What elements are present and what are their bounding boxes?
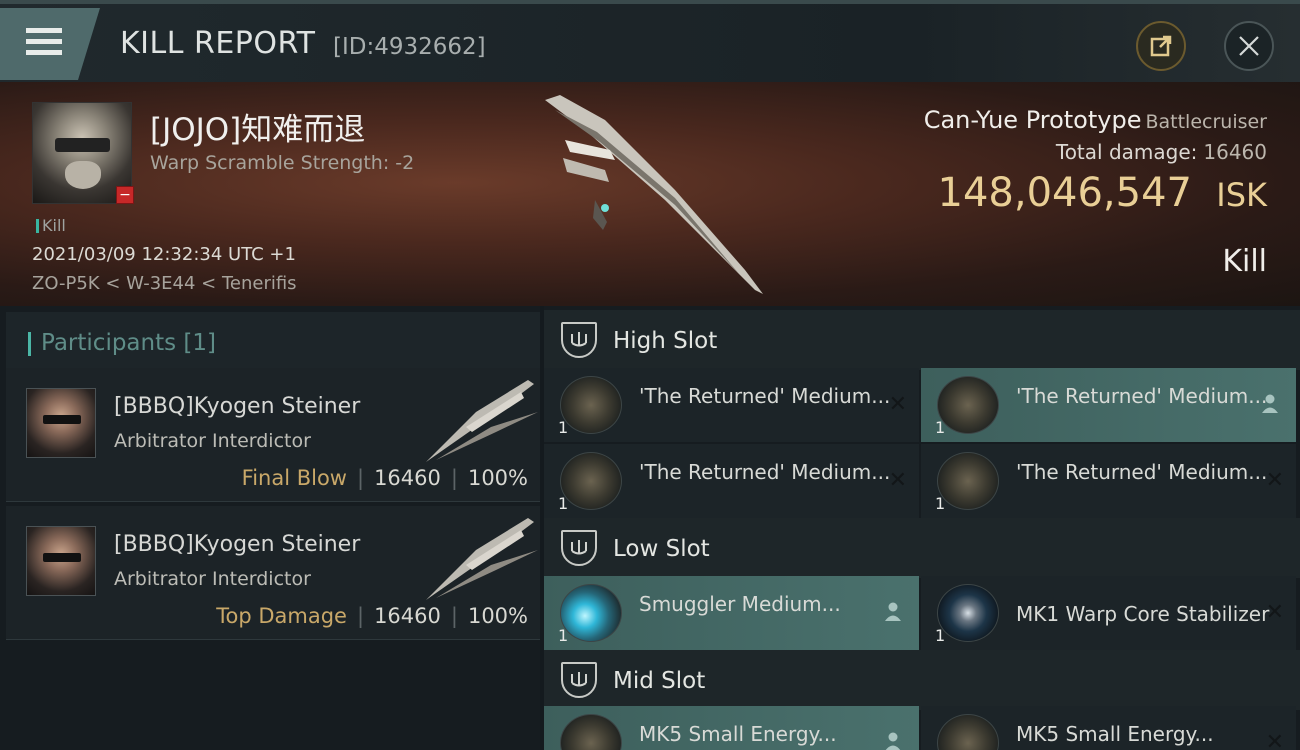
close-icon bbox=[1239, 36, 1259, 56]
dropped-person-icon bbox=[1262, 394, 1278, 413]
kill-timestamp: 2021/03/09 12:32:34 UTC +1 bbox=[32, 244, 296, 265]
destroyed-x-icon: ✕ bbox=[888, 468, 907, 493]
participant-row[interactable]: [BBBQ]Kyogen Steiner Arbitrator Interdic… bbox=[6, 368, 540, 502]
destroyed-x-icon: ✕ bbox=[1265, 468, 1284, 493]
module-item[interactable]: 1 MK5 Small Energy... ✕ bbox=[921, 706, 1296, 750]
destroyed-x-icon: ✕ bbox=[1265, 600, 1284, 625]
module-icon bbox=[560, 714, 622, 750]
destroyed-x-icon: ✕ bbox=[888, 392, 907, 417]
participant-percent: 100% bbox=[467, 604, 528, 628]
participant-percent: 100% bbox=[467, 466, 528, 490]
module-item[interactable]: 1 MK5 Small Energy... bbox=[544, 706, 919, 750]
victim-ship-name[interactable]: Can-Yue Prototype Battlecruiser bbox=[924, 106, 1267, 134]
victim-banner: − [JOJO]知难而退 Warp Scramble Strength: -2 … bbox=[0, 82, 1300, 306]
kill-result-label: Kill bbox=[1222, 244, 1267, 279]
module-name: Smuggler Medium... bbox=[639, 592, 841, 616]
low-slot-header: Low Slot bbox=[544, 518, 1300, 578]
header-bar: KILL REPORT [ID:4932662] bbox=[0, 0, 1300, 82]
warp-scramble-strength: Warp Scramble Strength: -2 bbox=[150, 152, 415, 174]
module-item[interactable]: 1 'The Returned' Medium... ✕ bbox=[544, 444, 919, 518]
participants-header: Participants [1] bbox=[6, 312, 540, 370]
module-name: MK1 Warp Core Stabilizer bbox=[1016, 602, 1270, 626]
participant-row[interactable]: [BBBQ]Kyogen Steiner Arbitrator Interdic… bbox=[6, 506, 540, 640]
isk-value: 148,046,547 bbox=[937, 170, 1192, 216]
victim-name[interactable]: [JOJO]知难而退 bbox=[150, 104, 365, 149]
mid-slot-icon bbox=[561, 662, 597, 698]
module-icon bbox=[937, 584, 999, 642]
module-icon bbox=[560, 376, 622, 434]
module-name: MK5 Small Energy... bbox=[1016, 722, 1214, 746]
module-icon bbox=[937, 376, 999, 434]
participant-damage: 16460 bbox=[374, 604, 441, 628]
module-name: 'The Returned' Medium... bbox=[639, 384, 891, 408]
participant-damage: 16460 bbox=[374, 466, 441, 490]
module-icon bbox=[937, 714, 999, 750]
module-item[interactable]: 1 'The Returned' Medium... bbox=[921, 368, 1296, 442]
page-title: KILL REPORT bbox=[120, 26, 316, 61]
hostile-standing-icon: − bbox=[116, 186, 134, 204]
participant-ship-image bbox=[426, 380, 538, 462]
dropped-person-icon bbox=[885, 732, 901, 750]
dropped-person-icon bbox=[885, 602, 901, 621]
isk-unit: ISK bbox=[1216, 176, 1267, 214]
module-item[interactable]: 1 MK1 Warp Core Stabilizer ✕ bbox=[921, 576, 1296, 650]
module-name: 'The Returned' Medium... bbox=[639, 460, 891, 484]
low-slot-icon bbox=[561, 530, 597, 566]
victim-ship-image[interactable] bbox=[525, 90, 785, 300]
module-item[interactable]: 1 Smuggler Medium... bbox=[544, 576, 919, 650]
module-item[interactable]: 1 'The Returned' Medium... ✕ bbox=[921, 444, 1296, 518]
kill-tag: Kill bbox=[36, 216, 66, 235]
menu-button[interactable] bbox=[0, 8, 100, 80]
participant-ship: Arbitrator Interdictor bbox=[114, 568, 311, 590]
participant-role: Final Blow bbox=[241, 466, 347, 490]
participants-panel: Participants [1] [BBBQ]Kyogen Steiner Ar… bbox=[0, 306, 540, 750]
module-name: 'The Returned' Medium... bbox=[1016, 460, 1268, 484]
high-slot-header: High Slot bbox=[544, 310, 1300, 370]
module-name: MK5 Small Energy... bbox=[639, 722, 837, 746]
share-icon bbox=[1150, 35, 1172, 57]
kill-id: [ID:4932662] bbox=[333, 34, 486, 60]
total-damage: Total damage: 16460 bbox=[1055, 140, 1267, 164]
participant-ship: Arbitrator Interdictor bbox=[114, 430, 311, 452]
module-icon bbox=[560, 452, 622, 510]
participant-stats: Final Blow | 16460 | 100% bbox=[241, 466, 528, 490]
participant-avatar[interactable] bbox=[26, 388, 96, 458]
fittings-panel: High Slot 1 'The Returned' Medium... ✕ 1… bbox=[544, 306, 1300, 750]
participant-role: Top Damage bbox=[216, 604, 347, 628]
high-slot-icon bbox=[561, 322, 597, 358]
module-item[interactable]: 1 'The Returned' Medium... ✕ bbox=[544, 368, 919, 442]
participant-name: [BBBQ]Kyogen Steiner bbox=[114, 532, 361, 557]
module-name: 'The Returned' Medium... bbox=[1016, 384, 1268, 408]
destroyed-x-icon: ✕ bbox=[1265, 730, 1284, 750]
participant-ship-image bbox=[426, 518, 538, 600]
share-button[interactable] bbox=[1136, 21, 1186, 71]
kill-location[interactable]: ZO-P5K < W-3E44 < Tenerifis bbox=[32, 273, 297, 294]
participant-stats: Top Damage | 16460 | 100% bbox=[216, 604, 528, 628]
module-icon bbox=[560, 584, 622, 642]
close-button[interactable] bbox=[1224, 21, 1274, 71]
mid-slot-header: Mid Slot bbox=[544, 650, 1300, 710]
hamburger-menu-icon bbox=[26, 28, 62, 61]
module-icon bbox=[937, 452, 999, 510]
participant-name: [BBBQ]Kyogen Steiner bbox=[114, 394, 361, 419]
participant-avatar[interactable] bbox=[26, 526, 96, 596]
